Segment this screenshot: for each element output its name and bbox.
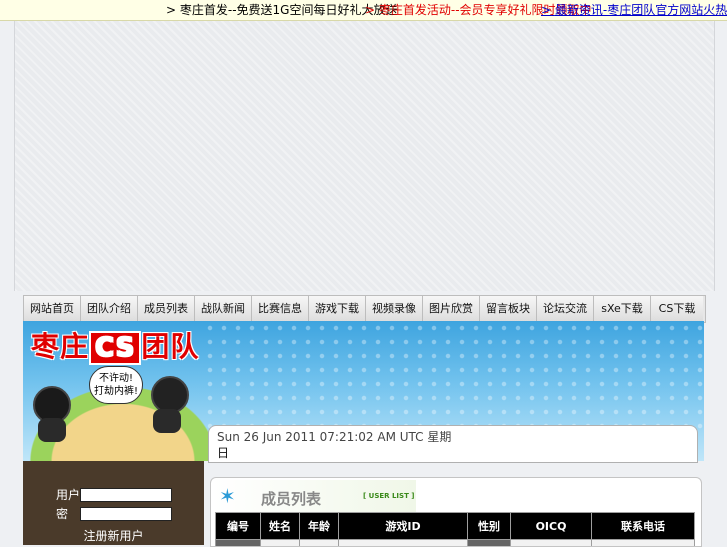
table-cell <box>339 540 468 547</box>
logo-suffix: 团队 <box>141 330 199 363</box>
banner-placeholder <box>14 21 715 291</box>
nav-item-cs[interactable]: CS下载 <box>651 296 703 322</box>
nav-item-10[interactable]: 论坛交流 <box>537 296 594 322</box>
nav-item-8[interactable]: 图片欣赏 <box>423 296 480 322</box>
col-game-id: 游戏ID <box>339 513 468 540</box>
table-cell <box>300 540 339 547</box>
top-link-1[interactable]: > 枣庄首发--免费送1G空间每日好礼大放送 <box>166 0 398 20</box>
arrow-icon: > <box>166 3 176 17</box>
member-list-subtitle: [ USER LIST ] <box>363 492 415 500</box>
username-row: 用户名: <box>23 486 204 504</box>
nav-item-sxe[interactable]: sXe下载 <box>594 296 651 322</box>
member-list-header: ✶ 成员列表 [ USER LIST ] <box>213 480 416 512</box>
table-cell <box>592 540 695 547</box>
nav-item-1[interactable]: 网站首页 <box>24 296 81 322</box>
nav-item-7[interactable]: 视频录像 <box>366 296 423 322</box>
speech-line-2: 打劫内裤! <box>90 385 142 398</box>
main-nav: 网站首页 团队介绍 成员列表 战队新闻 比赛信息 游戏下载 视频录像 图片欣赏 … <box>23 295 706 323</box>
arrow-icon: > <box>541 3 551 17</box>
login-sidebar: 用户名: 密 码: 注册新用户 <box>23 461 204 545</box>
top-announcement-bar: > 枣庄首发--免费送1G空间每日好礼大放送 > 枣庄首发活动--会员专享好礼限… <box>0 0 727 21</box>
top-link-3[interactable]: > 最新资讯-枣庄团队官方网站火热招募中 <box>541 0 727 20</box>
table-cell <box>468 540 511 547</box>
logo-prefix: 枣庄 <box>31 330 89 363</box>
table-cell <box>216 540 261 547</box>
site-logo: 枣庄CS团队 <box>31 325 199 365</box>
nav-item-4[interactable]: 战队新闻 <box>195 296 252 322</box>
password-row: 密 码: <box>23 505 204 523</box>
speech-line-1: 不许动! <box>90 372 142 385</box>
table-cell <box>261 540 300 547</box>
col-gender: 性别 <box>468 513 511 540</box>
nav-item-2[interactable]: 团队介绍 <box>81 296 138 322</box>
date-text: Sun 26 Jun 2011 07:21:02 AM UTC 星期 <box>217 429 689 445</box>
username-input[interactable] <box>80 488 172 502</box>
col-age: 年龄 <box>300 513 339 540</box>
speech-bubble: 不许动! 打劫内裤! <box>89 366 143 404</box>
member-table-header: 编号 姓名 年龄 游戏ID 性别 OICQ 联系电话 <box>216 513 695 540</box>
nav-item-9[interactable]: 留言板块 <box>480 296 537 322</box>
sparkle-icon: ✶ <box>219 484 236 508</box>
nav-item-6[interactable]: 游戏下载 <box>309 296 366 322</box>
col-number: 编号 <box>216 513 261 540</box>
col-oicq: OICQ <box>511 513 592 540</box>
member-list-title: 成员列表 <box>261 488 321 509</box>
col-phone: 联系电话 <box>592 513 695 540</box>
register-link[interactable]: 注册新用户 <box>23 527 204 544</box>
top-link-3-text: 最新资讯-枣庄团队官方网站火热招募中 <box>555 3 727 17</box>
member-list-panel: ✶ 成员列表 [ USER LIST ] 编号 姓名 年龄 游戏ID 性别 OI… <box>210 477 702 547</box>
member-table: 编号 姓名 年龄 游戏ID 性别 OICQ 联系电话 <box>215 512 695 547</box>
header-pattern <box>203 321 704 431</box>
logo-cs: CS <box>89 331 141 365</box>
ninja-body-icon <box>153 409 181 433</box>
arrow-icon: > <box>365 3 375 17</box>
date-text-cont: 日 <box>217 445 689 461</box>
password-input[interactable] <box>80 507 172 521</box>
table-cell <box>511 540 592 547</box>
nav-item-3[interactable]: 成员列表 <box>138 296 195 322</box>
date-panel: Sun 26 Jun 2011 07:21:02 AM UTC 星期 日 <box>208 425 698 463</box>
ninja-body-icon <box>38 418 66 442</box>
table-row <box>216 540 695 547</box>
nav-item-5[interactable]: 比赛信息 <box>252 296 309 322</box>
col-name: 姓名 <box>261 513 300 540</box>
